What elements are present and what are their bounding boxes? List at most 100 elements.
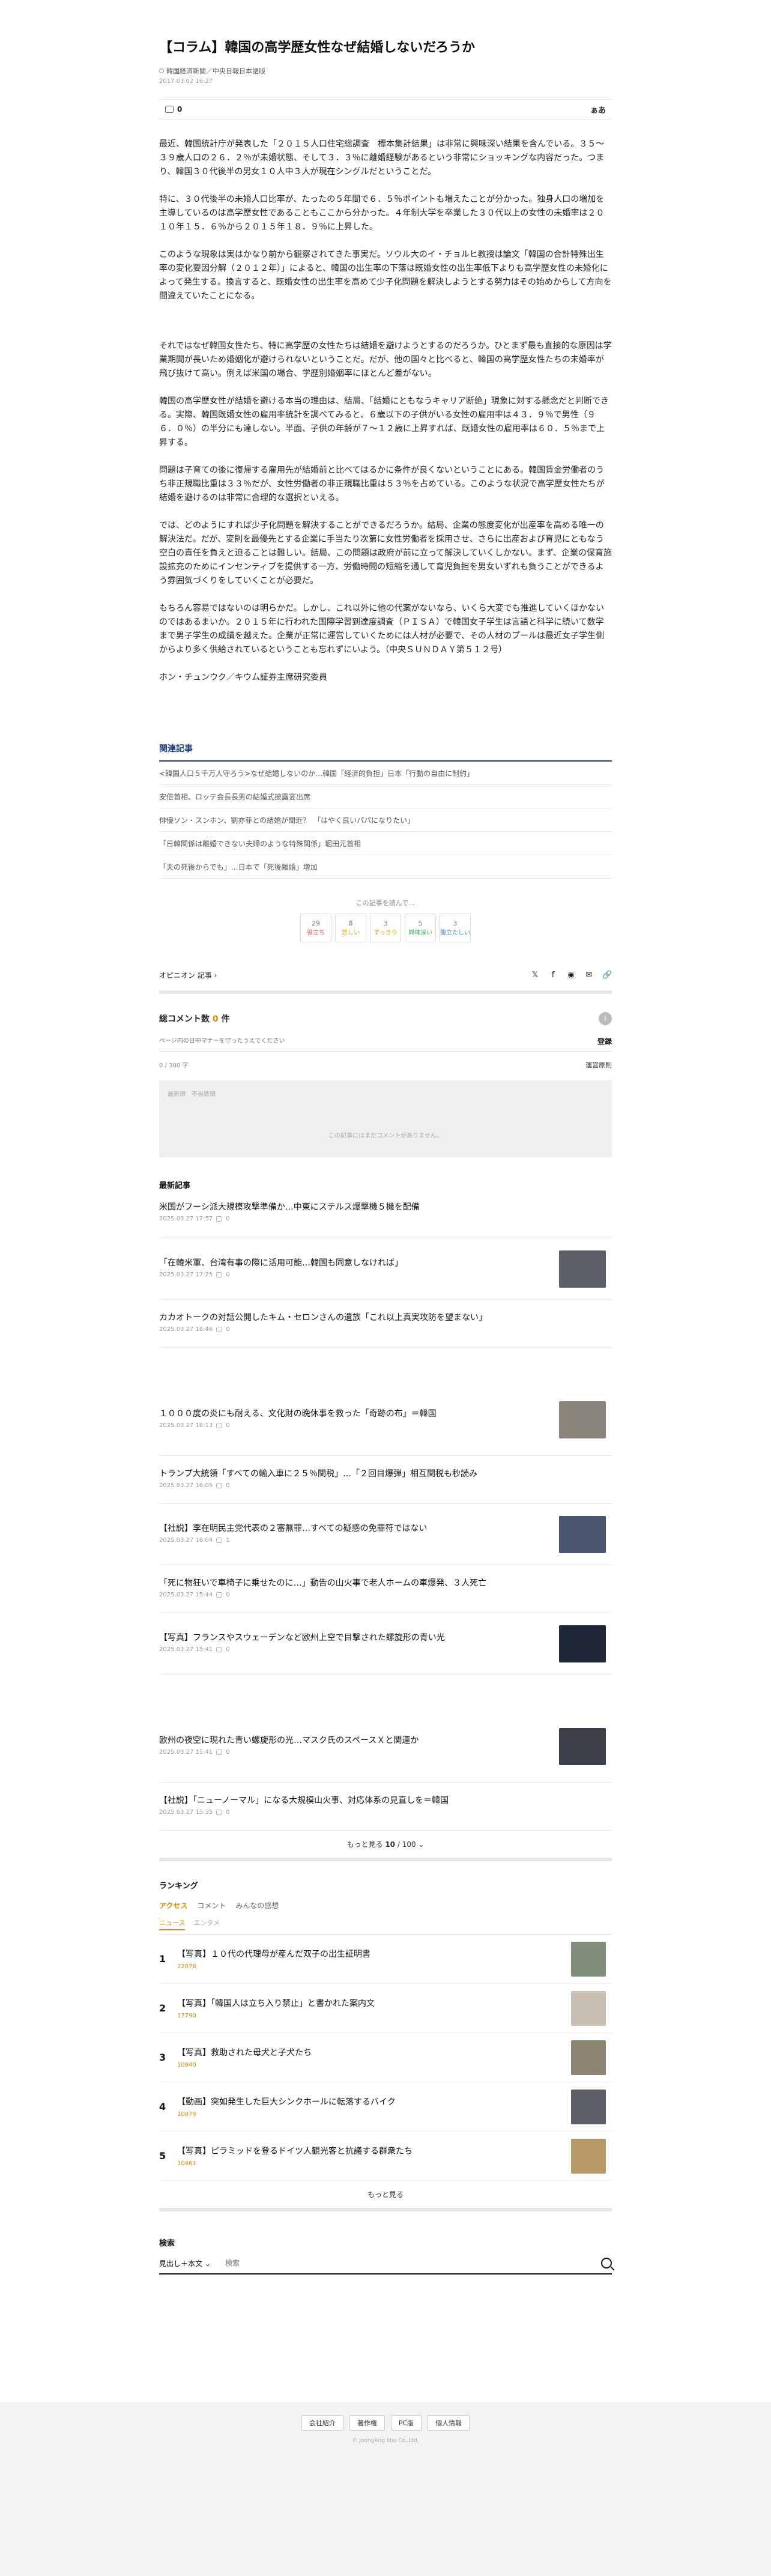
search-input[interactable] xyxy=(225,2259,601,2267)
ranking-item-thumbnail[interactable] xyxy=(571,1941,606,1977)
related-item[interactable]: <韓国人口５千万人守ろう>なぜ結婚しないのか…韓国「経済的負担」日本「行動の自由… xyxy=(159,762,612,785)
more-count: 10 xyxy=(385,1840,396,1849)
latest-item-date: 2025.03.27 15:41 xyxy=(159,1749,213,1756)
comment-icon xyxy=(216,1327,223,1332)
comment-input[interactable] xyxy=(159,1038,519,1044)
comment-counter-row: 0 / 300 字 運営原則 xyxy=(159,1060,612,1070)
register-button[interactable]: 登録 xyxy=(597,1036,612,1046)
mail-share-icon[interactable]: ✉ xyxy=(584,971,594,980)
latest-item-title: 【社説】李在明民主党代表の２審無罪…すべての疑惑の免罪符ではない xyxy=(159,1524,428,1533)
reaction-button[interactable]: 3 腹立たしい xyxy=(440,914,471,942)
link-copy-icon[interactable]: 🔗 xyxy=(602,971,612,980)
related-item[interactable]: 「日韓関係は離婚できない夫婦のような特殊関係」堀田元首相 xyxy=(159,832,612,855)
latest-item-thumbnail[interactable] xyxy=(559,1515,606,1553)
ranking-item[interactable]: 5 【写真】ピラミッドを登るドイツ人観光客と抗議する群衆たち 10461 xyxy=(159,2132,612,2181)
latest-item-thumbnail[interactable] xyxy=(559,1250,606,1288)
footer-link-pc[interactable]: PC版 xyxy=(390,2415,422,2431)
ranking-section: ランキング アクセス コメント みんなの感想 ニュース エンタメ 1 【写真】１０… xyxy=(159,1879,612,2211)
reaction-button[interactable]: 29 役立ち xyxy=(300,914,331,942)
latest-item[interactable]: 米国がフーシ派大規模攻撃準備か…中東にステルス爆撃機５機を配備 2025.03.2… xyxy=(159,1190,612,1238)
latest-item-title: １０００度の炎にも耐える、文化財の晩休事を救った「奇跡の布」＝韓国 xyxy=(159,1409,437,1419)
reaction-title: この記事を読んで… xyxy=(355,899,416,907)
latest-item-thumbnail[interactable] xyxy=(559,1625,606,1662)
latest-item[interactable]: 「死に物狂いで車椅子に乗せたのに…」動告の山火事で老人ホームの車爆発、３人死亡 2… xyxy=(159,1565,612,1613)
latest-item-thumbnail[interactable] xyxy=(559,1727,606,1765)
latest-item[interactable]: 欧州の夜空に現れた青い螺旋形の光…マスク氏のスペースＸと関連か 2025.03.2… xyxy=(159,1711,612,1783)
comment-icon xyxy=(216,1750,223,1755)
ranking-item-title: 【写真】「韓国人は立ち入り禁止」と書かれた案内文 xyxy=(177,1999,375,2008)
ranking-list: 1 【写真】１０代の代理母が産んだ双子の出生証明書 22078 2 【写真】「韓国人は立… xyxy=(159,1935,612,2181)
footer-link-copyright[interactable]: 著作権 xyxy=(349,2415,385,2431)
ranking-more-button[interactable]: もっと見る xyxy=(159,2181,612,2211)
reaction-label: 悲しい xyxy=(342,930,360,936)
ranking-number: 1 xyxy=(159,1953,166,1965)
tab-reactions[interactable]: みんなの感想 xyxy=(235,1900,279,1911)
latest-title: 最新記事 xyxy=(159,1181,191,1190)
ranking-item-thumbnail[interactable] xyxy=(571,2138,606,2174)
tab-entertainment[interactable]: エンタメ xyxy=(193,1918,220,1930)
related-item[interactable]: 俳優ソン・スンホン、劉亦菲との結婚が間近？ 「はやく良いパパになりたい」 xyxy=(159,808,612,832)
line-share-icon[interactable]: ◉ xyxy=(566,971,576,980)
comment-sort[interactable]: 最新順 不当数順 xyxy=(168,1089,603,1098)
search-icon[interactable] xyxy=(601,2258,612,2268)
ranking-item-thumbnail[interactable] xyxy=(571,2089,606,2124)
article-title: 【コラム】韓国の高学歴女性なぜ結婚しないだろうか xyxy=(159,40,476,55)
ranking-item-views: 10940 xyxy=(177,2062,196,2068)
comment-header: 総コメント数 0 件 i xyxy=(159,1012,612,1025)
ranking-item[interactable]: 4 【動画】突如発生した巨大シンクホールに転落するバイク 10879 xyxy=(159,2082,612,2132)
latest-item-comment-count: 1 xyxy=(226,1537,230,1544)
latest-item-meta: 2025.03.27 15:35 0 xyxy=(159,1809,612,1816)
latest-item[interactable]: 【社説】「ニューノーマル」になる大規模山火事、対応体系の見直しを＝韓国 2025.… xyxy=(159,1783,612,1831)
search-scope-select[interactable]: 見出し＋本文 ⌄ xyxy=(159,2258,225,2268)
reaction-count: 5 xyxy=(418,920,423,927)
latest-item[interactable]: トランプ大統領「すべての輸入車に２５％関税」…「２回目爆弾」相互関税も秒読み 20… xyxy=(159,1456,612,1504)
reaction-button[interactable]: 8 悲しい xyxy=(335,914,366,942)
facebook-share-icon[interactable]: f xyxy=(548,971,558,980)
latest-item[interactable]: 「在韓米軍、台湾有事の際に活用可能…韓国も同意しなければ」 2025.03.27 … xyxy=(159,1238,612,1300)
font-size-icon[interactable]: ぁあ xyxy=(590,104,606,115)
latest-item[interactable]: １０００度の炎にも耐える、文化財の晩休事を救った「奇跡の布」＝韓国 2025.03… xyxy=(159,1384,612,1456)
footer-link-company[interactable]: 会社紹介 xyxy=(301,2415,343,2431)
comment-count: 0 xyxy=(177,105,183,114)
rules-link[interactable]: 運営原則 xyxy=(585,1060,612,1070)
latest-item-meta: 2025.03.27 16:13 0 xyxy=(159,1422,612,1429)
ranking-item[interactable]: 1 【写真】１０代の代理母が産んだ双子の出生証明書 22078 xyxy=(159,1935,612,1984)
reaction-count: 3 xyxy=(453,920,458,927)
ranking-item-views: 17790 xyxy=(177,2013,196,2019)
ranking-sub-tabs: ニュース エンタメ xyxy=(159,1918,612,1935)
related-item[interactable]: 安倍首相、ロッテ会長長男の結婚式披露宴出席 xyxy=(159,785,612,808)
comment-icon xyxy=(216,1810,223,1815)
ranking-item[interactable]: 2 【写真】「韓国人は立ち入り禁止」と書かれた案内文 17790 xyxy=(159,1984,612,2033)
latest-item[interactable]: 【写真】フランスやスウェーデンなど欧州上空で目撃された螺旋形の青い光 2025.0… xyxy=(159,1613,612,1674)
tab-news[interactable]: ニュース xyxy=(159,1918,186,1930)
ranking-item-thumbnail[interactable] xyxy=(571,1990,606,2026)
reaction-label: すっきり xyxy=(373,930,398,936)
comment-empty-message: この記事にはまだコメントがありません。 xyxy=(328,1133,443,1139)
ranking-item-title: 【写真】１０代の代理母が産んだ双子の出生証明書 xyxy=(177,1950,370,1959)
ranking-item-views: 10461 xyxy=(177,2160,196,2167)
opinion-link[interactable]: オピニオン 記事 › xyxy=(159,970,217,980)
comment-count-button[interactable]: 0 xyxy=(165,105,182,114)
latest-item[interactable]: カカオトークの対話公開したキム・セロンさんの遺族「これ以上真実攻防を望まない」 2… xyxy=(159,1300,612,1348)
latest-item[interactable]: 【社説】李在明民主党代表の２審無罪…すべての疑惑の免罪符ではない 2025.03.… xyxy=(159,1504,612,1565)
related-item[interactable]: 「夫の死後からでも」…日本で「死後離婚」増加 xyxy=(159,855,612,879)
reaction-label: 腹立たしい xyxy=(440,930,470,936)
x-share-icon[interactable]: 𝕏 xyxy=(530,971,540,980)
latest-item-date: 2025.03.27 16:13 xyxy=(159,1422,213,1429)
latest-item-title: 【写真】フランスやスウェーデンなど欧州上空で目撃された螺旋形の青い光 xyxy=(159,1633,445,1643)
ranking-item[interactable]: 3 【写真】救助された母犬と子犬たち 10940 xyxy=(159,2033,612,2082)
latest-more-button[interactable]: もっと見る 10 / 100 ⌄ xyxy=(159,1831,612,1861)
tab-comment[interactable]: コメント xyxy=(197,1900,226,1911)
article-toolbar: 0 ぁあ xyxy=(159,99,612,120)
reaction-button[interactable]: 3 すっきり xyxy=(370,914,401,942)
reaction-button[interactable]: 5 興味深い xyxy=(405,914,436,942)
ranking-item-thumbnail[interactable] xyxy=(571,2040,606,2075)
profile-icon[interactable]: i xyxy=(599,1012,612,1025)
ranking-number: 4 xyxy=(159,2101,166,2112)
tab-access[interactable]: アクセス xyxy=(159,1900,187,1911)
latest-item-title: 「在韓米軍、台湾有事の際に活用可能…韓国も同意しなければ」 xyxy=(159,1258,403,1268)
latest-item-thumbnail[interactable] xyxy=(559,1401,606,1438)
latest-articles: 最新記事 米国がフーシ派大規模攻撃準備か…中東にステルス爆撃機５機を配備 2025… xyxy=(159,1179,612,1861)
latest-item-comment-count: 0 xyxy=(226,1422,230,1429)
footer-link-privacy[interactable]: 個人情報 xyxy=(428,2415,470,2431)
